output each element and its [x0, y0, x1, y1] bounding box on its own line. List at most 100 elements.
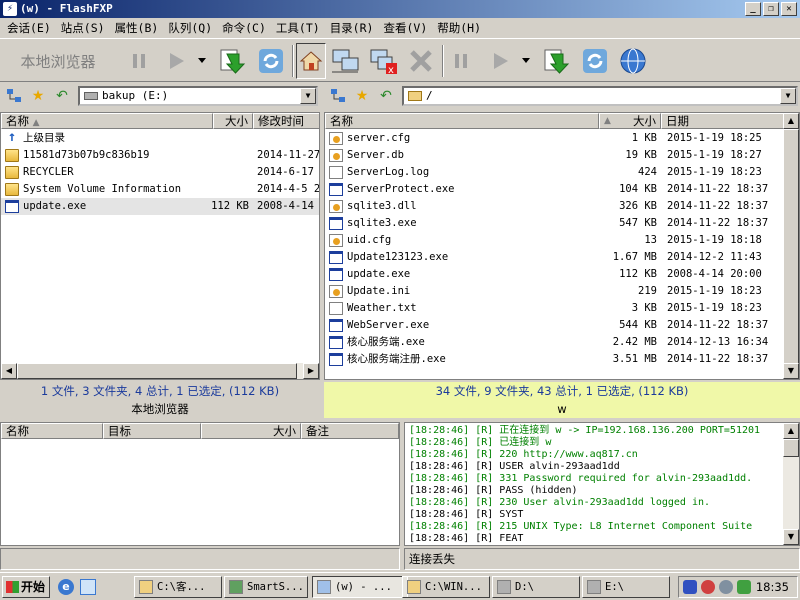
- remote-col-date[interactable]: 日期: [661, 113, 785, 129]
- remote-chevron-down-icon[interactable]: ▼: [780, 88, 796, 104]
- start-button[interactable]: 开始: [2, 576, 50, 598]
- task-button-explorer-c[interactable]: C:\客...: [134, 576, 222, 598]
- folder-icon: [5, 166, 19, 179]
- list-item[interactable]: 核心服务端注册.exe 3.51 MB 2014-11-22 18:37: [325, 351, 783, 368]
- list-item[interactable]: Update123123.exe 1.67 MB 2014-12-2 11:43: [325, 249, 783, 266]
- log-scroll-down-icon[interactable]: ▼: [783, 529, 799, 545]
- menu-properties[interactable]: 属性(B): [110, 20, 164, 36]
- remote-favorites-star-icon[interactable]: ★: [354, 88, 370, 104]
- menu-commands[interactable]: 命令(C): [217, 20, 271, 36]
- col-size[interactable]: 大小: [213, 113, 253, 129]
- list-item[interactable]: server.cfg 1 KB 2015-1-19 18:25: [325, 130, 783, 147]
- task-button-flashfxp[interactable]: (w) - ...: [312, 576, 408, 598]
- scroll-left-icon[interactable]: ◀: [1, 363, 17, 379]
- home-icon[interactable]: [296, 43, 326, 79]
- menu-queue[interactable]: 队列(Q): [163, 20, 217, 36]
- disconnect-icon[interactable]: x: [366, 43, 400, 79]
- remote-back-icon[interactable]: ↶: [378, 88, 394, 104]
- list-item[interactable]: Weather.txt 3 KB 2015-1-19 18:23: [325, 300, 783, 317]
- minimize-button[interactable]: _: [745, 2, 761, 16]
- tray-network-icon[interactable]: [683, 580, 697, 594]
- local-horizontal-scrollbar[interactable]: ◀ ▶: [1, 363, 319, 379]
- play-dropdown-icon[interactable]: [196, 43, 208, 79]
- remote-play-icon[interactable]: [484, 43, 518, 79]
- queue-col-note[interactable]: 备注: [301, 423, 399, 439]
- list-item[interactable]: RECYCLER 2014-6-17: [1, 164, 319, 181]
- play-icon[interactable]: [160, 43, 194, 79]
- list-item[interactable]: WebServer.exe 544 KB 2014-11-22 18:37: [325, 317, 783, 334]
- quicklaunch-icon[interactable]: [80, 579, 96, 595]
- remote-file-list[interactable]: 名称 ▲ 大小 日期 server.cfg 1 KB 2015-1-19 18:25 S…: [324, 112, 800, 380]
- transfer-icon[interactable]: [214, 43, 250, 79]
- list-item[interactable]: 11581d73b07b9c836b19 2014-11-27: [1, 147, 319, 164]
- list-item[interactable]: update.exe 112 KB 2008-4-14 20:00: [325, 266, 783, 283]
- connect-icon[interactable]: [328, 43, 362, 79]
- scroll-thumb[interactable]: [17, 363, 297, 379]
- log-scroll-thumb[interactable]: [783, 439, 799, 457]
- abort-icon[interactable]: [404, 43, 438, 79]
- ie-icon[interactable]: e: [58, 579, 74, 595]
- local-path-dropdown[interactable]: bakup (E:) ▼: [78, 86, 318, 106]
- tray-app-icon[interactable]: [719, 580, 733, 594]
- queue-col-size[interactable]: 大小: [201, 423, 301, 439]
- menu-help[interactable]: 帮助(H): [432, 20, 486, 36]
- task-button-explorer-win[interactable]: C:\WIN...: [402, 576, 490, 598]
- scroll-down-icon[interactable]: ▼: [783, 363, 799, 379]
- list-item[interactable]: uid.cfg 13 2015-1-19 18:18: [325, 232, 783, 249]
- title-bar[interactable]: ⚡ (w) - FlashFXP _ ❐ ✕: [0, 0, 800, 18]
- task-button-drive-d[interactable]: D:\: [492, 576, 580, 598]
- col-modified[interactable]: 修改时间: [253, 113, 319, 129]
- remote-vertical-scrollbar[interactable]: ▲ ▼: [783, 113, 799, 379]
- menu-session[interactable]: 会话(E): [2, 20, 56, 36]
- scroll-right-icon[interactable]: ▶: [303, 363, 319, 379]
- queue-col-target[interactable]: 目标: [103, 423, 201, 439]
- chevron-down-icon[interactable]: ▼: [300, 88, 316, 104]
- list-item[interactable]: ↑ 上级目录: [1, 130, 319, 147]
- menu-view[interactable]: 查看(V): [378, 20, 432, 36]
- queue-col-name[interactable]: 名称: [1, 423, 103, 439]
- scroll-up-icon[interactable]: ▲: [783, 113, 799, 129]
- menu-sites[interactable]: 站点(S): [56, 20, 110, 36]
- list-item-selected[interactable]: update.exe 112 KB 2008-4-14: [1, 198, 319, 215]
- local-file-list[interactable]: 名称 ▲ 大小 修改时间 ↑ 上级目录 11581d73b07b9c836b19…: [0, 112, 320, 380]
- doc-icon: [329, 302, 343, 315]
- tree-icon[interactable]: [6, 88, 22, 104]
- local-browser-button[interactable]: 本地浏览器: [4, 43, 112, 79]
- remote-transfer-icon[interactable]: [538, 43, 574, 79]
- remote-tree-icon[interactable]: [330, 88, 346, 104]
- task-button-smarts[interactable]: SmartS...: [224, 576, 308, 598]
- menu-directory[interactable]: 目录(R): [325, 20, 379, 36]
- scroll-thumb[interactable]: [783, 129, 799, 365]
- tray-status-icon[interactable]: [737, 580, 751, 594]
- log-scroll-up-icon[interactable]: ▲: [783, 423, 799, 439]
- remote-pause-icon[interactable]: [446, 43, 476, 79]
- log-vertical-scrollbar[interactable]: ▲ ▼: [783, 423, 799, 545]
- list-item[interactable]: 核心服务端.exe 2.42 MB 2014-12-13 16:34: [325, 334, 783, 351]
- list-item[interactable]: System Volume Information 2014-4-5 2: [1, 181, 319, 198]
- list-item[interactable]: Update.ini 219 2015-1-19 18:23: [325, 283, 783, 300]
- remote-col-name[interactable]: 名称: [325, 113, 599, 129]
- tray-security-icon[interactable]: [701, 580, 715, 594]
- refresh-icon[interactable]: [254, 43, 288, 79]
- close-button[interactable]: ✕: [781, 2, 797, 16]
- list-item[interactable]: ServerProtect.exe 104 KB 2014-11-22 18:37: [325, 181, 783, 198]
- pause-icon[interactable]: [124, 43, 154, 79]
- globe-icon[interactable]: [616, 43, 650, 79]
- file-size: 19 KB: [625, 149, 657, 161]
- task-button-drive-e[interactable]: E:\: [582, 576, 670, 598]
- maximize-button[interactable]: ❐: [763, 2, 779, 16]
- remote-path-dropdown[interactable]: / ▼: [402, 86, 798, 106]
- list-item[interactable]: sqlite3.exe 547 KB 2014-11-22 18:37: [325, 215, 783, 232]
- list-item[interactable]: sqlite3.dll 326 KB 2014-11-22 18:37: [325, 198, 783, 215]
- remote-refresh-icon[interactable]: [578, 43, 612, 79]
- col-name[interactable]: 名称 ▲: [1, 113, 213, 129]
- list-item[interactable]: ServerLog.log 424 2015-1-19 18:23: [325, 164, 783, 181]
- favorites-star-icon[interactable]: ★: [30, 88, 46, 104]
- menu-tools[interactable]: 工具(T): [271, 20, 325, 36]
- list-item[interactable]: Server.db 19 KB 2015-1-19 18:27: [325, 147, 783, 164]
- remote-col-size[interactable]: ▲ 大小: [599, 113, 661, 129]
- session-log[interactable]: [18:28:46] [R] 正在连接到 w -> IP=192.168.136…: [404, 422, 800, 546]
- transfer-queue[interactable]: 名称 目标 大小 备注: [0, 422, 400, 546]
- remote-play-dropdown-icon[interactable]: [520, 43, 532, 79]
- back-icon[interactable]: ↶: [54, 88, 70, 104]
